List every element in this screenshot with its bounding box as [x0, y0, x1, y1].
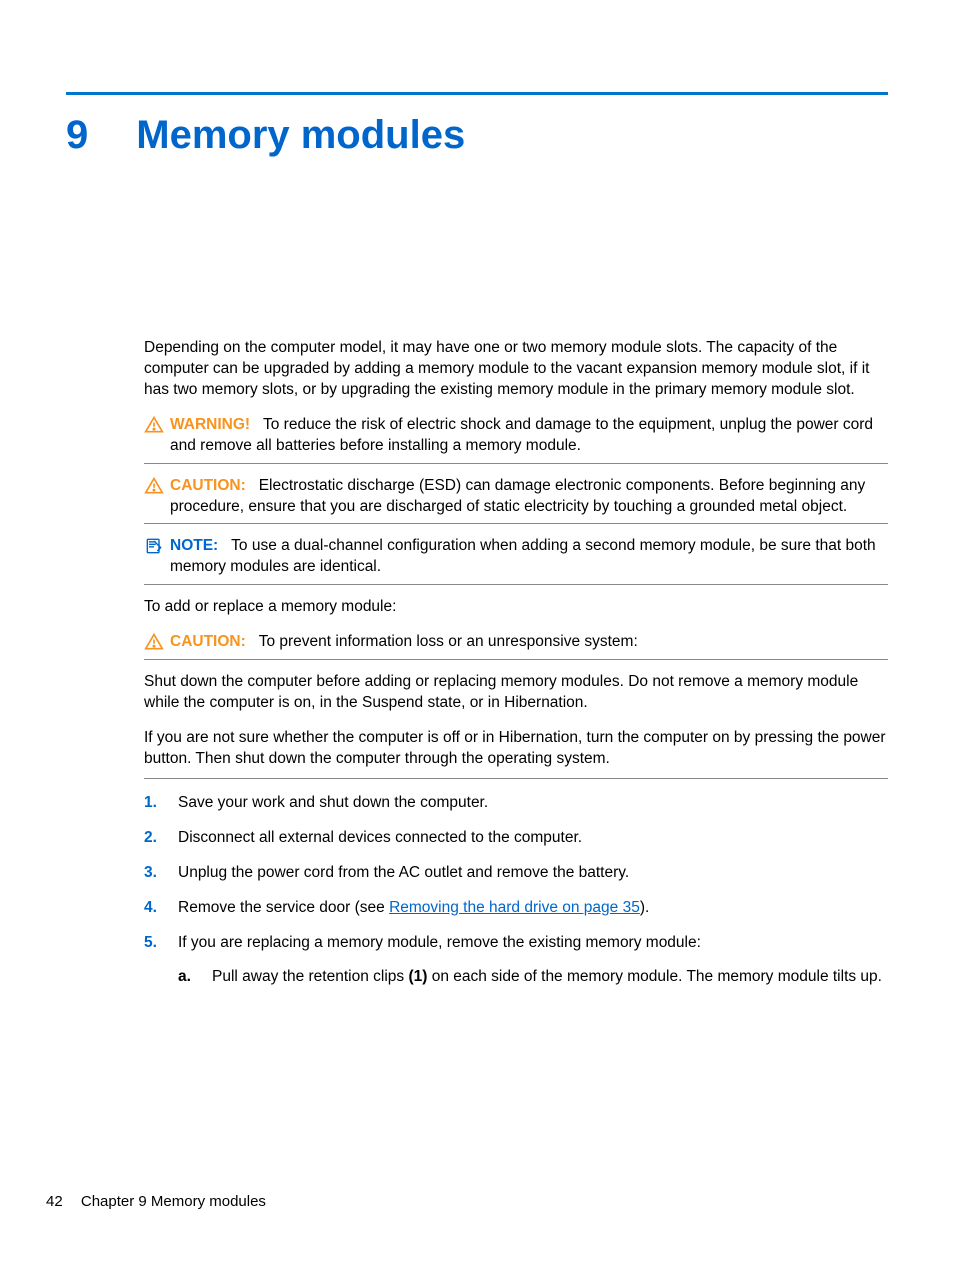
chapter-number: 9 [66, 113, 88, 158]
warning-text-block: WARNING! To reduce the risk of electric … [170, 415, 888, 457]
caution-label: CAUTION: [170, 477, 246, 494]
step-number: 3. [144, 863, 178, 884]
unsure-paragraph: If you are not sure whether the computer… [144, 728, 888, 779]
note-label: NOTE: [170, 537, 218, 554]
list-item: 5. If you are replacing a memory module,… [144, 933, 888, 989]
substep-pre: Pull away the retention clips [212, 968, 408, 985]
page-footer: 42 Chapter 9 Memory modules [46, 1193, 266, 1210]
cross-reference-link[interactable]: Removing the hard drive on page 35 [389, 899, 640, 916]
warning-text: To reduce the risk of electric shock and… [170, 416, 873, 454]
step-text: Disconnect all external devices connecte… [178, 828, 888, 849]
warning-label: WARNING! [170, 416, 250, 433]
note-callout: NOTE: To use a dual-channel configuratio… [144, 536, 888, 585]
shutdown-paragraph: Shut down the computer before adding or … [144, 672, 888, 714]
caution-text: Electrostatic discharge (ESD) can damage… [170, 477, 865, 515]
caution-text: To prevent information loss or an unresp… [259, 633, 638, 650]
step-text-lead: If you are replacing a memory module, re… [178, 934, 701, 951]
step-text: If you are replacing a memory module, re… [178, 933, 888, 989]
add-replace-paragraph: To add or replace a memory module: [144, 597, 888, 618]
warning-icon [144, 415, 168, 435]
footer-chapter-label: Chapter 9 Memory modules [81, 1193, 266, 1210]
caution-text-block: CAUTION: To prevent information loss or … [170, 632, 888, 653]
substep-number: a. [178, 967, 212, 988]
substep-text: Pull away the retention clips (1) on eac… [212, 967, 888, 988]
callout-number: (1) [408, 968, 427, 985]
list-item: 2. Disconnect all external devices conne… [144, 828, 888, 849]
caution-callout: CAUTION: To prevent information loss or … [144, 632, 888, 660]
step-text: Remove the service door (see Removing th… [178, 898, 888, 919]
page-number: 42 [46, 1193, 63, 1210]
note-text-block: NOTE: To use a dual-channel configuratio… [170, 536, 888, 578]
body-content: Depending on the computer model, it may … [144, 338, 888, 988]
intro-paragraph: Depending on the computer model, it may … [144, 338, 888, 401]
warning-callout: WARNING! To reduce the risk of electric … [144, 415, 888, 464]
note-text: To use a dual-channel configuration when… [170, 537, 876, 575]
procedure-list: 1. Save your work and shut down the comp… [144, 793, 888, 989]
caution-text-block: CAUTION: Electrostatic discharge (ESD) c… [170, 476, 888, 518]
chapter-title: Memory modules [136, 113, 465, 158]
document-page: 9 Memory modules Depending on the comput… [0, 0, 954, 1270]
caution-label: CAUTION: [170, 633, 246, 650]
list-item: a. Pull away the retention clips (1) on … [178, 967, 888, 988]
step-text: Unplug the power cord from the AC outlet… [178, 863, 888, 884]
note-icon [144, 536, 168, 556]
caution-icon [144, 476, 168, 496]
step-number: 4. [144, 898, 178, 919]
step-number: 2. [144, 828, 178, 849]
list-item: 1. Save your work and shut down the comp… [144, 793, 888, 814]
chapter-rule [66, 92, 888, 95]
caution-icon [144, 632, 168, 652]
caution-callout: CAUTION: Electrostatic discharge (ESD) c… [144, 476, 888, 525]
list-item: 3. Unplug the power cord from the AC out… [144, 863, 888, 884]
step-text: Save your work and shut down the compute… [178, 793, 888, 814]
step-number: 1. [144, 793, 178, 814]
step-text-pre: Remove the service door (see [178, 899, 389, 916]
chapter-heading: 9 Memory modules [66, 113, 888, 158]
sub-procedure-list: a. Pull away the retention clips (1) on … [178, 967, 888, 988]
list-item: 4. Remove the service door (see Removing… [144, 898, 888, 919]
step-number: 5. [144, 933, 178, 989]
step-text-post: ). [640, 899, 649, 916]
substep-post: on each side of the memory module. The m… [427, 968, 882, 985]
